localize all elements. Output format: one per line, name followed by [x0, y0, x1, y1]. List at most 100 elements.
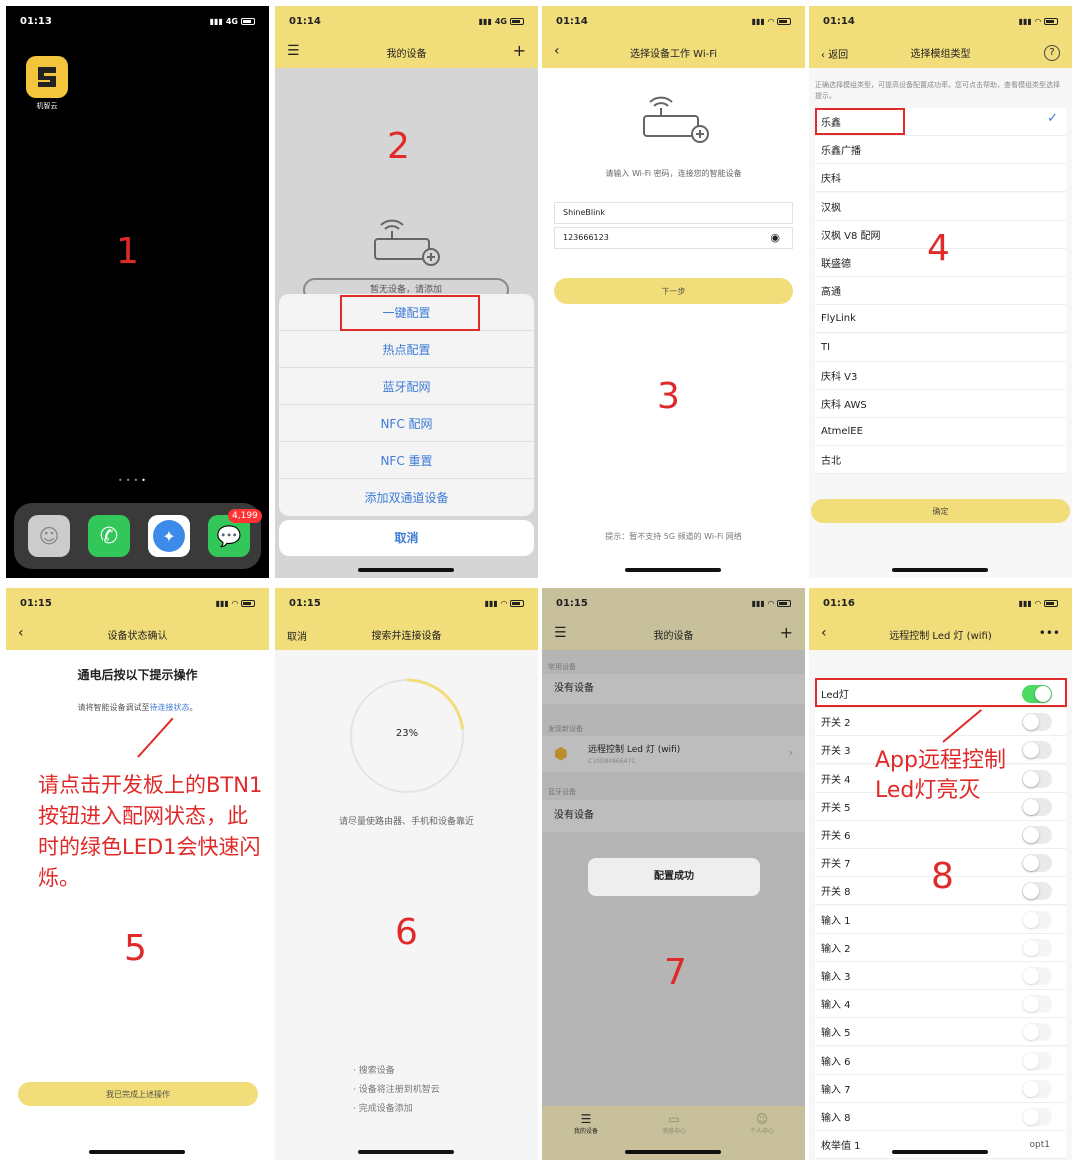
safari-app-icon[interactable]: ✦	[148, 515, 190, 557]
hint-end: 。	[189, 703, 198, 712]
back-chevron-icon[interactable]: ‹	[821, 625, 827, 641]
status-bar: 01:16 ▮▮▮ ◠	[809, 588, 1072, 618]
status-time: 01:15	[20, 597, 52, 609]
signal-icon: ▮▮▮	[215, 598, 229, 608]
control-row[interactable]: 输入 2	[815, 933, 1066, 962]
step-number: 6	[395, 912, 418, 953]
control-row[interactable]: 输入 1	[815, 905, 1066, 934]
module-option-label: 联盛德	[821, 259, 851, 270]
battery-icon	[510, 599, 524, 607]
pending-state-link[interactable]: 待连接状态	[150, 703, 190, 712]
password-field[interactable]: 123666123 ◉	[554, 227, 793, 249]
toggle-switch[interactable]	[1022, 741, 1052, 760]
module-option-label: 汉枫 V8 配网	[821, 230, 881, 242]
home-indicator	[358, 1150, 454, 1154]
sheet-item-nfc-config[interactable]: NFC 配网	[279, 405, 534, 442]
add-icon[interactable]: +	[513, 41, 526, 60]
sheet-item-hotspot-config[interactable]: 热点配置	[279, 331, 534, 368]
toggle-switch[interactable]	[1022, 854, 1052, 873]
module-option[interactable]: 庆科	[815, 164, 1066, 193]
device-row[interactable]: ⬢ 远程控制 Led 灯 (wifi) C10D84866A7C ›	[542, 736, 805, 772]
panel-8-remote-control: 01:16 ▮▮▮ ◠ ‹ 远程控制 Led 灯 (wifi) ••• Led灯开…	[809, 588, 1072, 1160]
toggle-switch[interactable]	[1022, 713, 1052, 732]
phone-app-icon[interactable]: ✆	[88, 515, 130, 557]
cancel-button[interactable]: 取消	[287, 628, 307, 643]
page-title: 我的设备	[386, 48, 427, 60]
module-option-label: 庆科	[821, 174, 841, 186]
sheet-item-bluetooth-config[interactable]: 蓝牙配网	[279, 368, 534, 405]
toggle-switch[interactable]	[1022, 769, 1052, 788]
status-bar: 01:14 ▮▮▮ ◠	[542, 6, 805, 36]
help-icon[interactable]: ?	[1044, 45, 1060, 61]
next-button[interactable]: 下一步	[554, 278, 793, 304]
back-chevron-icon[interactable]: ‹	[18, 625, 24, 641]
status-bar: 01:14 ▮▮▮ ◠	[809, 6, 1072, 36]
module-option-label: 汉枫	[821, 202, 841, 214]
module-option[interactable]: 乐鑫广播	[815, 136, 1066, 165]
menu-icon[interactable]: ☰	[287, 43, 300, 59]
sheet-item-dual-channel[interactable]: 添加双通道设备	[279, 479, 534, 516]
status-time: 01:14	[289, 15, 321, 27]
network-label: 4G	[494, 16, 507, 26]
device-cube-icon: ⬢	[554, 744, 568, 763]
control-label: 输入 1	[821, 915, 851, 927]
home-indicator	[892, 1150, 988, 1154]
module-option[interactable]: 古北	[815, 446, 1066, 475]
back-chevron-icon[interactable]: ‹	[554, 43, 560, 59]
module-option[interactable]: 高通	[815, 277, 1066, 306]
control-row[interactable]: 输入 4	[815, 990, 1066, 1019]
control-row[interactable]: 输入 5	[815, 1018, 1066, 1047]
control-row[interactable]: 输入 8	[815, 1103, 1066, 1131]
wifi-icon: ◠	[1034, 16, 1041, 26]
more-icon[interactable]: •••	[1039, 626, 1060, 640]
nav-bar: ‹ 返回 选择模组类型 ?	[809, 36, 1072, 68]
eye-icon[interactable]: ◉	[770, 228, 780, 248]
confirm-button[interactable]: 确定	[811, 499, 1070, 523]
module-option[interactable]: FlyLink	[815, 305, 1066, 334]
tab-profile[interactable]: ☺ 个人中心	[732, 1112, 792, 1135]
toggle-switch[interactable]	[1022, 797, 1052, 816]
menu-icon[interactable]: ☰	[554, 625, 567, 641]
control-row[interactable]: 输入 3	[815, 962, 1066, 990]
highlight-box	[815, 678, 1067, 707]
control-row[interactable]: 开关 6	[815, 821, 1066, 849]
page-title: 我的设备	[653, 630, 694, 642]
toggle-switch	[1022, 938, 1052, 957]
status-icons: ▮▮▮ ◠	[216, 599, 255, 608]
tab-label: 个人中心	[749, 1128, 774, 1135]
battery-icon	[1044, 599, 1058, 607]
panel-1-home-screen: 01:13 ▮▮▮ 4G 机智云 1 •••• ☺ ✆ ✦ 💬 4,199	[6, 6, 269, 578]
control-row[interactable]: 输入 7	[815, 1074, 1066, 1103]
module-option[interactable]: 庆科 AWS	[815, 390, 1066, 418]
status-time: 01:15	[556, 597, 588, 609]
toggle-switch	[1022, 967, 1052, 985]
router-icon	[643, 96, 709, 143]
module-option[interactable]: TI	[815, 333, 1066, 362]
enum-value: opt1	[1029, 1139, 1050, 1150]
tab-my-devices[interactable]: ☰ 我的设备	[556, 1112, 616, 1135]
tab-label: 我的设备	[573, 1128, 598, 1135]
app-icon-jizhiyun[interactable]	[26, 56, 68, 98]
step-number: 7	[664, 952, 687, 993]
module-option[interactable]: 汉枫	[815, 192, 1066, 221]
control-row[interactable]: 开关 2	[815, 708, 1066, 737]
tab-messages[interactable]: ▭ 消息中心	[644, 1112, 704, 1135]
back-button[interactable]: ‹ 返回	[821, 46, 848, 61]
contacts-app-icon[interactable]: ☺	[28, 515, 70, 557]
battery-icon	[510, 17, 524, 25]
step-number: 8	[931, 856, 954, 897]
module-option[interactable]: 庆科 V3	[815, 361, 1066, 390]
control-label: 输入 6	[821, 1056, 851, 1068]
ssid-field[interactable]: ShineBlink	[554, 202, 793, 224]
panel-3-select-wifi: 01:14 ▮▮▮ ◠ ‹ 选择设备工作 Wi-Fi 请输入 Wi-Fi 密码，连…	[542, 6, 805, 578]
add-icon[interactable]: +	[780, 623, 793, 642]
control-row[interactable]: 输入 6	[815, 1046, 1066, 1075]
done-button[interactable]: 我已完成上述操作	[18, 1082, 258, 1106]
panel-7-config-success: 01:15 ▮▮▮ ◠ ☰ 我的设备 + 常用设备 没有设备 发现新设备 ⬢ 远程…	[542, 588, 805, 1160]
toggle-switch[interactable]	[1022, 826, 1052, 844]
enum-row[interactable]: 枚举值 1 opt1	[815, 1131, 1066, 1160]
module-option[interactable]: AtmelEE	[815, 418, 1066, 447]
toggle-switch[interactable]	[1022, 882, 1052, 901]
cancel-button[interactable]: 取消	[279, 520, 534, 556]
sheet-item-nfc-reset[interactable]: NFC 重置	[279, 442, 534, 479]
